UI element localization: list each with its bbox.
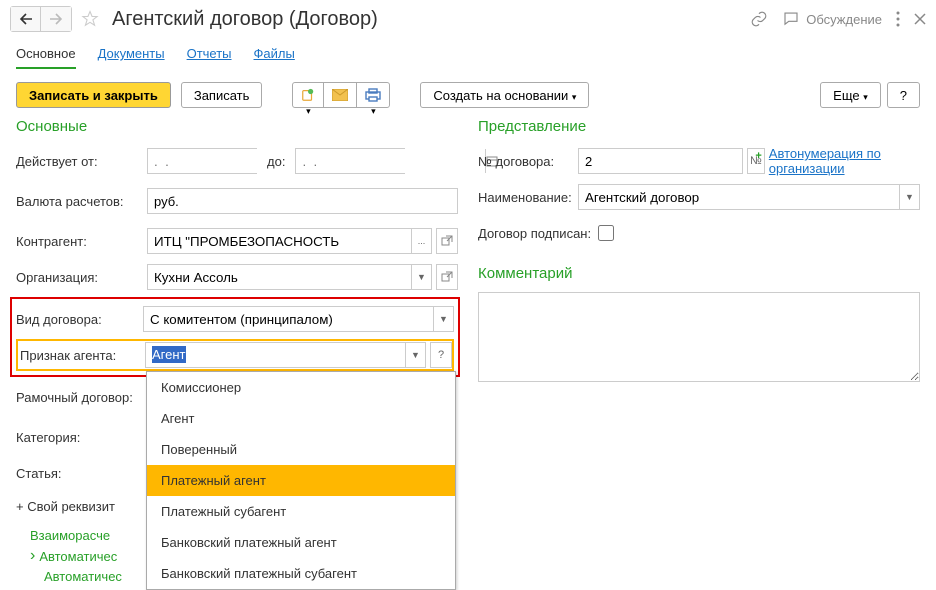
section-comment: Комментарий — [478, 265, 920, 282]
label-counterparty: Контрагент: — [16, 234, 147, 249]
agent-sign-value: Агент — [152, 346, 186, 363]
label-organization: Организация: — [16, 270, 147, 285]
agent-sign-field[interactable]: Агент ▼ — [145, 342, 426, 368]
help-small-button[interactable]: ? — [430, 342, 452, 368]
more-button[interactable]: Еще ▾ — [820, 82, 881, 108]
dropdown-icon[interactable]: ▼ — [433, 307, 453, 331]
label-frame-contract: Рамочный договор: — [16, 390, 147, 405]
dropdown-item[interactable]: Платежный агент — [147, 465, 455, 496]
label-agent-sign: Признак агента: — [20, 348, 145, 363]
create-based-label: Создать на основании — [433, 88, 568, 103]
date-to-input[interactable] — [296, 149, 485, 173]
name-field[interactable]: ▼ — [578, 184, 920, 210]
organization-input[interactable] — [148, 265, 411, 289]
email-button[interactable] — [323, 82, 357, 108]
dropdown-item[interactable]: Банковский платежный агент — [147, 527, 455, 558]
chevron-icon — [30, 547, 35, 565]
close-icon[interactable] — [914, 13, 926, 25]
save-close-button[interactable]: Записать и закрыть — [16, 82, 171, 108]
section-presentation: Представление — [478, 118, 920, 135]
more-label: Еще — [833, 88, 859, 103]
tab-reports[interactable]: Отчеты — [187, 40, 232, 69]
dropdown-icon[interactable]: ▼ — [411, 265, 431, 289]
organization-field[interactable]: ▼ — [147, 264, 432, 290]
tab-files[interactable]: Файлы — [254, 40, 295, 69]
dropdown-item[interactable]: Комиссионер — [147, 372, 455, 403]
dropdown-item[interactable]: Платежный субагент — [147, 496, 455, 527]
number-input[interactable] — [578, 148, 743, 174]
ellipsis-button[interactable]: ... — [411, 229, 431, 253]
discussion-label: Обсуждение — [806, 12, 882, 27]
name-input[interactable] — [579, 185, 899, 209]
create-based-button[interactable]: Создать на основании ▾ — [420, 82, 589, 108]
contract-type-input[interactable] — [144, 307, 433, 331]
favorite-icon[interactable] — [80, 9, 100, 29]
print-button[interactable]: ▾ — [356, 82, 390, 108]
dropdown-item[interactable]: Поверенный — [147, 434, 455, 465]
page-title: Агентский договор (Договор) — [112, 8, 744, 31]
label-article: Статья: — [16, 466, 147, 481]
label-currency: Валюта расчетов: — [16, 194, 147, 209]
date-to[interactable] — [295, 148, 405, 174]
dropdown-item[interactable]: Агент — [147, 403, 455, 434]
signed-checkbox[interactable] — [598, 225, 614, 241]
section-main: Основные — [16, 118, 458, 135]
agent-sign-dropdown: КомиссионерАгентПоверенныйПлатежный аген… — [146, 371, 456, 590]
open-ref-button[interactable] — [436, 228, 458, 254]
tab-main[interactable]: Основное — [16, 40, 76, 69]
autonum-button[interactable]: №+ — [747, 148, 765, 174]
forward-button[interactable] — [41, 7, 71, 31]
attach-button[interactable]: ▾ — [292, 82, 324, 108]
counterparty-input[interactable] — [148, 229, 411, 253]
more-menu-icon[interactable] — [896, 11, 900, 27]
label-number: № договора: — [478, 154, 578, 169]
contract-type-field[interactable]: ▼ — [143, 306, 454, 332]
date-from[interactable] — [147, 148, 257, 174]
label-category: Категория: — [16, 430, 147, 445]
tabs: Основное Документы Отчеты Файлы — [0, 38, 936, 72]
tab-documents[interactable]: Документы — [98, 40, 165, 69]
label-name: Наименование: — [478, 190, 578, 205]
counterparty-field[interactable]: ... — [147, 228, 432, 254]
comment-textarea[interactable] — [478, 292, 920, 382]
autonum-link[interactable]: Автонумерация по организации — [769, 146, 920, 176]
label-signed: Договор подписан: — [478, 226, 598, 241]
dropdown-item[interactable]: Банковский платежный субагент — [147, 558, 455, 589]
back-button[interactable] — [11, 7, 41, 31]
label-contract-type: Вид договора: — [16, 312, 143, 327]
label-active-from: Действует от: — [16, 154, 147, 169]
nav-buttons — [10, 6, 72, 32]
dropdown-icon[interactable]: ▼ — [899, 185, 919, 209]
link-icon[interactable] — [750, 10, 768, 28]
label-to: до: — [267, 154, 285, 169]
dropdown-icon[interactable]: ▼ — [405, 343, 425, 367]
open-ref-button[interactable] — [436, 264, 458, 290]
help-button[interactable]: ? — [887, 82, 920, 108]
discussion-button[interactable]: Обсуждение — [782, 10, 882, 28]
currency-input[interactable] — [147, 188, 458, 214]
save-button[interactable]: Записать — [181, 82, 263, 108]
